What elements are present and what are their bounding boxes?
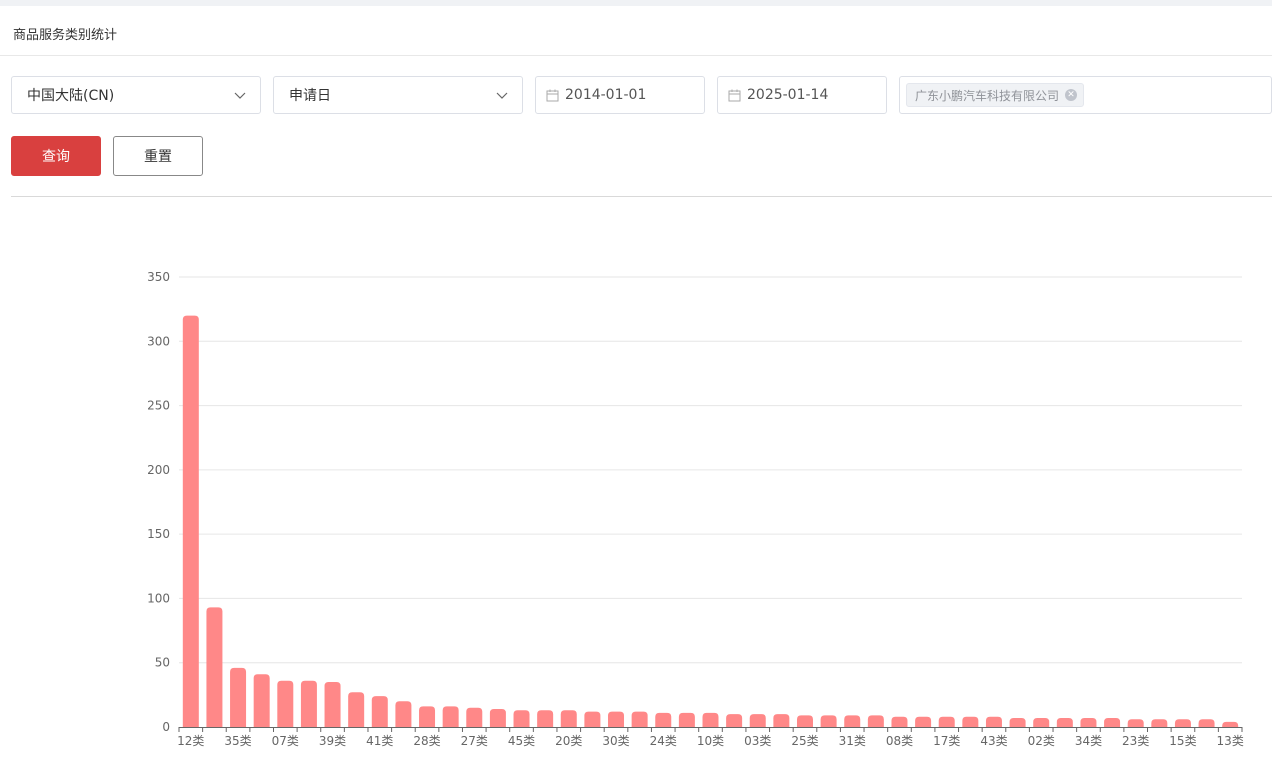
bar [1222, 721, 1239, 727]
bar [300, 680, 317, 727]
bar [1080, 718, 1097, 727]
bar [749, 714, 766, 727]
bar-chart: 0 50 100 150 200 250 300 350 12类 35类 07类 39类 41类 28类 2… [147, 270, 1244, 748]
x-tick-label: 08类 [886, 734, 913, 748]
bar [938, 716, 955, 727]
x-tick-label: 25类 [791, 734, 818, 748]
region-select[interactable]: 中国大陆(CN) [11, 76, 261, 114]
bar [915, 716, 932, 727]
bar [820, 715, 837, 727]
bar [678, 712, 695, 727]
bar [1127, 719, 1144, 727]
end-date-picker[interactable]: 2025-01-14 [717, 76, 887, 114]
title-divider [0, 55, 1272, 56]
section-divider [11, 196, 1272, 197]
y-tick-label: 200 [147, 463, 170, 477]
page-title: 商品服务类别统计 [13, 28, 118, 43]
x-tick-label: 02类 [1028, 734, 1055, 748]
calendar-icon [546, 89, 559, 101]
x-tick-label: 03类 [744, 734, 771, 748]
bar [371, 696, 388, 727]
bar [985, 716, 1002, 727]
search-button[interactable]: 查询 [11, 136, 101, 176]
x-tick-label: 15类 [1169, 734, 1196, 748]
bar [584, 711, 601, 727]
bar [182, 315, 199, 727]
x-tick-label: 24类 [650, 734, 677, 748]
bar [726, 714, 743, 727]
bar [537, 710, 554, 727]
bar [962, 716, 979, 727]
x-tick-label: 31类 [839, 734, 866, 748]
x-tick-label: 43类 [980, 734, 1007, 748]
bar [844, 715, 861, 727]
bar [867, 715, 884, 727]
chevron-down-icon [234, 92, 246, 99]
applicant-tag-label: 广东小鹏汽车科技有限公司 [915, 88, 1060, 103]
chevron-down-icon [496, 92, 508, 99]
bar [230, 667, 247, 727]
bar [1174, 719, 1191, 727]
x-tick-label: 28类 [413, 734, 440, 748]
bar [631, 711, 648, 727]
date-type-select-value: 申请日 [289, 88, 331, 104]
bar [1009, 718, 1026, 727]
x-tick-label: 34类 [1075, 734, 1102, 748]
bar [608, 711, 625, 727]
start-date-picker[interactable]: 2014-01-01 [535, 76, 705, 114]
bar [655, 712, 672, 727]
bar [891, 716, 908, 727]
bar [1056, 718, 1073, 727]
x-tick-label: 23类 [1122, 734, 1149, 748]
bar [489, 709, 506, 727]
bar [796, 715, 813, 727]
x-tick-label: 10类 [697, 734, 724, 748]
bar [253, 674, 270, 727]
top-bar [0, 0, 1272, 6]
x-tick-label: 41类 [366, 734, 393, 748]
bar [442, 706, 459, 727]
y-tick-label: 250 [147, 399, 170, 413]
bar [1033, 718, 1050, 727]
bar [206, 607, 223, 727]
x-tick-label: 12类 [177, 734, 204, 748]
bar [773, 714, 790, 727]
bar [702, 712, 719, 727]
bar [1198, 719, 1215, 727]
x-tick-label: 45类 [508, 734, 535, 748]
x-tick-label: 30类 [602, 734, 629, 748]
x-tick-label: 20类 [555, 734, 582, 748]
y-tick-label: 100 [147, 591, 170, 605]
y-tick-label: 150 [147, 527, 170, 541]
end-date-value: 2025-01-14 [747, 87, 829, 103]
bar [513, 710, 530, 727]
x-tick-label: 07类 [272, 734, 299, 748]
bar [395, 701, 412, 727]
y-tick-label: 50 [155, 656, 170, 670]
applicant-tag-input[interactable]: 广东小鹏汽车科技有限公司 ✕ [899, 76, 1272, 114]
bar [1104, 718, 1121, 727]
bar [419, 706, 436, 727]
applicant-tag: 广东小鹏汽车科技有限公司 ✕ [906, 83, 1085, 107]
x-tick-label: 13类 [1217, 734, 1244, 748]
reset-button[interactable]: 重置 [113, 136, 203, 176]
bar [277, 680, 294, 727]
y-tick-label: 300 [147, 334, 170, 348]
y-tick-label: 350 [147, 270, 170, 284]
bar [348, 692, 365, 727]
bar [1151, 719, 1168, 727]
x-tick-label: 27类 [461, 734, 488, 748]
close-icon[interactable]: ✕ [1065, 89, 1078, 101]
x-tick-label: 35类 [224, 734, 251, 748]
y-tick-label: 0 [162, 720, 170, 734]
bar [466, 707, 483, 727]
calendar-icon [728, 89, 741, 101]
bar [324, 682, 341, 727]
date-type-select[interactable]: 申请日 [273, 76, 523, 114]
bar [560, 710, 577, 727]
start-date-value: 2014-01-01 [565, 87, 647, 103]
region-select-value: 中国大陆(CN) [27, 88, 115, 104]
x-tick-label: 17类 [933, 734, 960, 748]
x-tick-label: 39类 [319, 734, 346, 748]
